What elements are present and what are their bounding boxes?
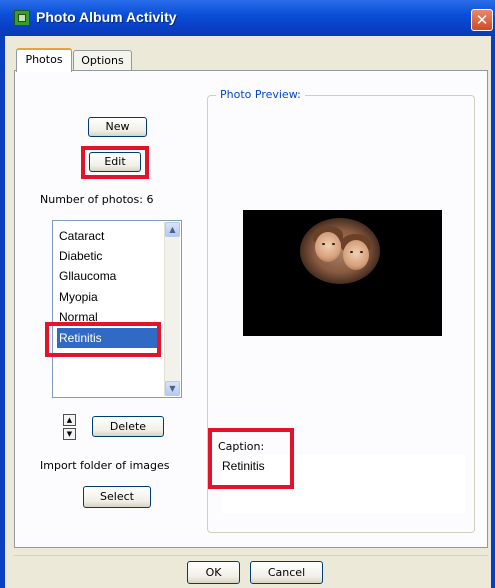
caption-highlight-box	[208, 428, 294, 489]
child-face-left	[315, 232, 341, 262]
photo-list[interactable]: Cataract Diabetic Gllaucoma Myopia Norma…	[52, 220, 182, 398]
delete-button[interactable]: Delete	[92, 416, 164, 437]
photo-preview-image	[243, 210, 442, 336]
scroll-up-icon[interactable]: ▲	[165, 222, 180, 237]
child-eye	[360, 251, 363, 253]
selected-item-highlight-box	[45, 322, 161, 357]
window-title: Photo Album Activity	[36, 9, 177, 25]
arrow-up-icon[interactable]: ▲	[63, 414, 76, 426]
list-item[interactable]: Cataract	[59, 229, 104, 243]
list-scrollbar[interactable]: ▲ ▼	[164, 222, 180, 396]
cancel-button[interactable]: Cancel	[250, 561, 323, 584]
tab-options[interactable]: Options	[73, 50, 132, 72]
child-eye	[332, 243, 335, 245]
scroll-down-icon[interactable]: ▼	[165, 381, 180, 396]
edit-highlight-box	[81, 146, 149, 179]
arrow-down-icon[interactable]: ▼	[63, 428, 76, 440]
select-folder-button[interactable]: Select	[83, 486, 151, 508]
child-face-right	[343, 240, 369, 270]
tab-photos[interactable]: Photos	[16, 48, 72, 72]
photo-count-label: Number of photos: 6	[40, 193, 154, 206]
import-folder-label: Import folder of images	[40, 459, 170, 472]
ok-button[interactable]: OK	[187, 561, 240, 584]
list-item[interactable]: Myopia	[59, 290, 98, 304]
footer-divider	[14, 555, 488, 556]
list-item[interactable]: Gllaucoma	[59, 269, 116, 283]
child-eye	[350, 251, 353, 253]
title-bar: Photo Album Activity ✕	[0, 0, 495, 36]
new-button[interactable]: New	[88, 117, 147, 137]
photo-album-window: Photo Album Activity ✕ Photos Options Ne…	[0, 0, 495, 588]
photo-album-icon	[14, 10, 30, 26]
child-eye	[322, 243, 325, 245]
close-icon[interactable]: ✕	[471, 9, 493, 31]
photo-preview-label: Photo Preview:	[216, 88, 305, 101]
list-item[interactable]: Diabetic	[59, 249, 102, 263]
